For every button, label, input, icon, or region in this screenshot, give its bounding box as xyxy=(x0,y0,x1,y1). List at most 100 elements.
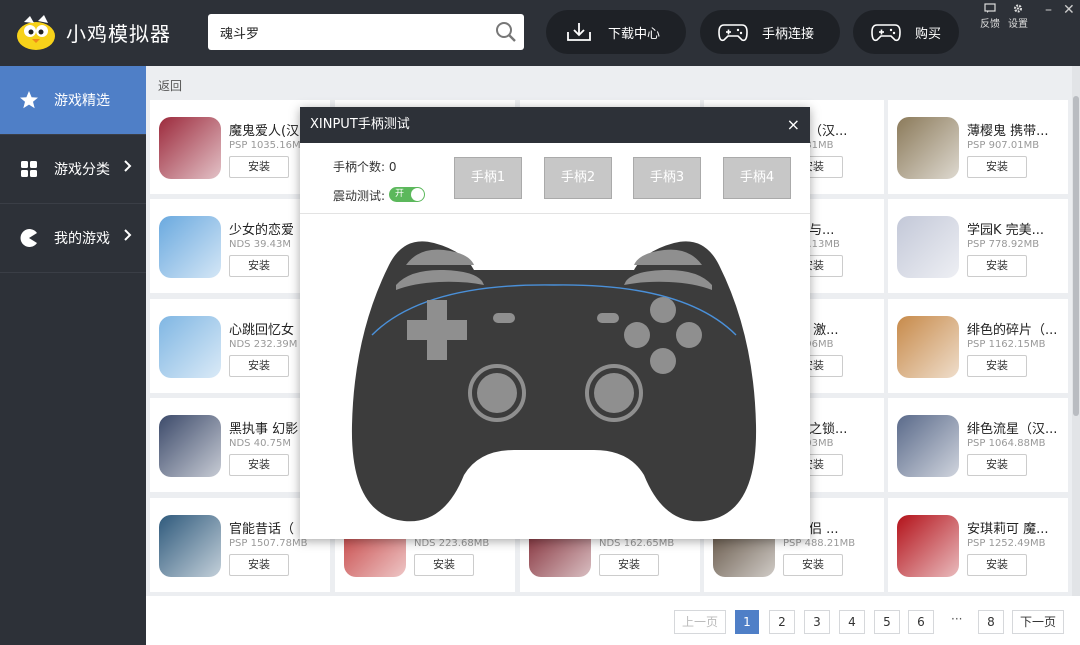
install-button[interactable]: 安装 xyxy=(783,554,843,576)
select-button xyxy=(493,313,515,323)
settings-button[interactable]: 设置 xyxy=(1005,3,1031,30)
buy-button[interactable]: 购买 xyxy=(853,10,959,54)
toggle-label: 开 xyxy=(395,189,405,199)
game-thumbnail[interactable] xyxy=(897,216,959,278)
download-icon xyxy=(564,20,594,44)
page-button[interactable]: 2 xyxy=(769,610,795,634)
install-button[interactable]: 安装 xyxy=(967,156,1027,178)
game-thumbnail[interactable] xyxy=(159,216,221,278)
game-card[interactable]: 学园K 完美... PSP 778.92MB 安装 xyxy=(888,199,1068,293)
star-icon xyxy=(18,89,40,111)
game-meta: PSP 1252.49MB xyxy=(967,538,1046,549)
back-link[interactable]: 返回 xyxy=(158,77,182,94)
install-button[interactable]: 安装 xyxy=(967,255,1027,277)
install-button[interactable]: 安装 xyxy=(229,255,289,277)
gamepad-connect-button[interactable]: 手柄连接 xyxy=(700,10,840,54)
settings-label: 设置 xyxy=(1008,19,1028,30)
page-button[interactable]: 8 xyxy=(978,610,1004,634)
gear-icon xyxy=(1013,4,1023,13)
game-meta: NDS 162.65MB xyxy=(599,538,675,549)
sidebar-item-label: 游戏分类 xyxy=(54,162,110,178)
sidebar-item-featured[interactable]: 游戏精选 xyxy=(0,66,146,135)
page-button[interactable]: 4 xyxy=(839,610,865,634)
dialog-header: XINPUT手柄测试 × xyxy=(300,107,810,143)
sidebar-item-label: 我的游戏 xyxy=(54,231,110,247)
app-name: 小鸡模拟器 xyxy=(66,21,171,46)
page-button[interactable]: 6 xyxy=(908,610,934,634)
vibration-toggle[interactable]: 开 xyxy=(389,187,425,202)
gamepad-icon xyxy=(871,20,901,44)
install-button[interactable]: 安装 xyxy=(229,454,289,476)
close-icon[interactable]: × xyxy=(787,107,800,143)
search-input[interactable] xyxy=(208,14,488,50)
next-page-button[interactable]: 下一页 xyxy=(1012,610,1064,634)
top-bar: 小鸡模拟器 下载中心 手柄连接 购买 反馈 设置 – ✕ xyxy=(0,0,1080,66)
gamepad-slot-1[interactable]: 手柄1 xyxy=(454,157,522,199)
game-thumbnail[interactable] xyxy=(897,415,959,477)
pagination-ellipsis: ··· xyxy=(951,612,963,626)
install-button[interactable]: 安装 xyxy=(229,554,289,576)
install-button[interactable]: 安装 xyxy=(967,355,1027,377)
install-button[interactable]: 安装 xyxy=(599,554,659,576)
minimize-icon[interactable]: – xyxy=(1045,2,1052,18)
download-center-button[interactable]: 下载中心 xyxy=(546,10,686,54)
game-thumbnail[interactable] xyxy=(897,316,959,378)
game-title[interactable]: 学园K 完美... xyxy=(967,219,1063,238)
game-card[interactable]: 安琪莉可 魔... PSP 1252.49MB 安装 xyxy=(888,498,1068,592)
pacman-icon xyxy=(18,227,40,249)
page-button[interactable]: 5 xyxy=(874,610,900,634)
toggle-knob xyxy=(411,188,424,201)
game-title[interactable]: 薄樱鬼 携带... xyxy=(967,120,1063,139)
pagination: 上一页 1 2 3 4 5 6 ··· 8 下一页 xyxy=(146,596,1080,645)
grid-icon xyxy=(18,158,40,180)
feedback-icon xyxy=(984,3,996,13)
gamepad-slot-4[interactable]: 手柄4 xyxy=(723,157,791,199)
game-title[interactable]: 绯色的碎片（... xyxy=(967,319,1063,338)
chevron-right-icon xyxy=(124,229,132,245)
install-button[interactable]: 安装 xyxy=(229,156,289,178)
start-button xyxy=(597,313,619,323)
game-card[interactable]: 绯色流星（汉... PSP 1064.88MB 安装 xyxy=(888,398,1068,492)
sidebar-item-my-games[interactable]: 我的游戏 xyxy=(0,204,146,273)
prev-page-button[interactable]: 上一页 xyxy=(674,610,726,634)
game-thumbnail[interactable] xyxy=(897,515,959,577)
scrollbar[interactable] xyxy=(1072,66,1080,596)
sidebar-item-label: 游戏精选 xyxy=(54,93,110,109)
page-button[interactable]: 1 xyxy=(735,610,759,634)
right-stick xyxy=(594,373,634,413)
install-button[interactable]: 安装 xyxy=(414,554,474,576)
scrollbar-thumb[interactable] xyxy=(1073,96,1079,416)
install-button[interactable]: 安装 xyxy=(229,355,289,377)
game-meta: NDS 40.75M xyxy=(229,438,291,449)
game-thumbnail[interactable] xyxy=(159,415,221,477)
feedback-button[interactable]: 反馈 xyxy=(977,3,1003,30)
gamepad-slot-3[interactable]: 手柄3 xyxy=(633,157,701,199)
game-meta: PSP 488.21MB xyxy=(783,538,856,549)
sidebar-item-categories[interactable]: 游戏分类 xyxy=(0,135,146,204)
chick-logo-icon xyxy=(14,12,58,52)
close-window-icon[interactable]: ✕ xyxy=(1063,2,1075,18)
search-icon[interactable] xyxy=(494,20,518,44)
game-meta: NDS 223.68MB xyxy=(414,538,490,549)
face-button-left xyxy=(624,322,650,348)
game-title[interactable]: 安琪莉可 魔... xyxy=(967,518,1063,537)
game-card[interactable]: 绯色的碎片（... PSP 1162.15MB 安装 xyxy=(888,299,1068,393)
game-thumbnail[interactable] xyxy=(159,316,221,378)
game-meta: NDS 39.43M xyxy=(229,239,291,250)
install-button[interactable]: 安装 xyxy=(967,554,1027,576)
game-thumbnail[interactable] xyxy=(897,117,959,179)
app-logo[interactable]: 小鸡模拟器 xyxy=(14,12,171,52)
gamepad-icon xyxy=(718,20,748,44)
game-title[interactable]: 绯色流星（汉... xyxy=(967,418,1063,437)
game-thumbnail[interactable] xyxy=(159,515,221,577)
install-button[interactable]: 安装 xyxy=(967,454,1027,476)
gamepad-slot-2[interactable]: 手柄2 xyxy=(544,157,612,199)
game-card[interactable]: 薄樱鬼 携带... PSP 907.01MB 安装 xyxy=(888,100,1068,194)
game-meta: PSP 1035.16M xyxy=(229,140,301,151)
game-meta: PSP 1507.78MB xyxy=(229,538,308,549)
feedback-label: 反馈 xyxy=(980,19,1000,30)
game-thumbnail[interactable] xyxy=(159,117,221,179)
face-button-right xyxy=(676,322,702,348)
vibration-test-label: 震动测试: xyxy=(333,189,386,203)
page-button[interactable]: 3 xyxy=(804,610,830,634)
